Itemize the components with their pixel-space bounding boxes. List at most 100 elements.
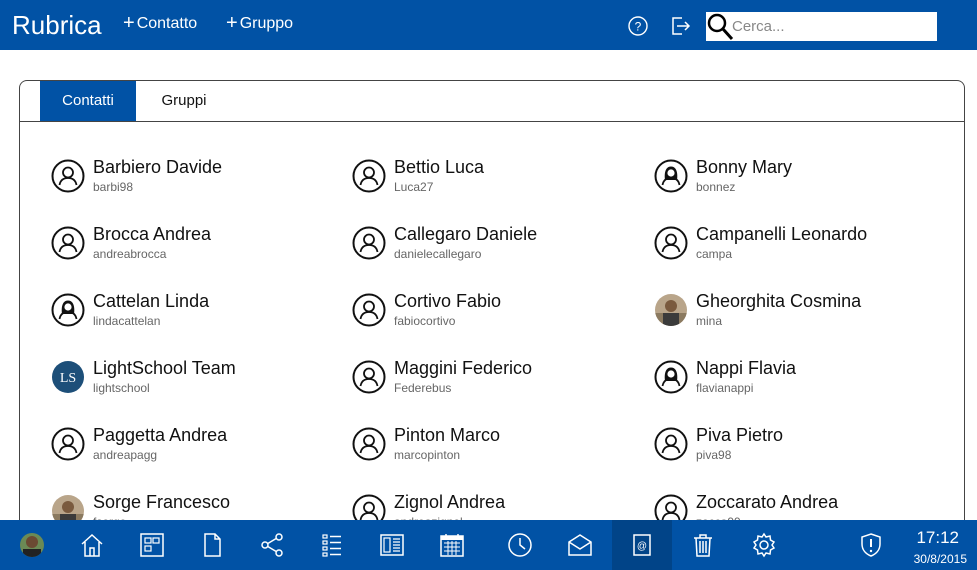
contact-username: bonnez	[696, 180, 736, 194]
contact-name: Sorge Francesco	[93, 492, 231, 512]
contact-name: Cortivo Fabio	[394, 291, 502, 311]
contact-username: lightschool	[93, 381, 150, 395]
svg-text:@: @	[637, 541, 647, 552]
add-group-label: Gruppo	[239, 15, 294, 32]
contact-item[interactable]: Nappi Flavia flavianappi	[654, 358, 944, 408]
clock-icon[interactable]	[490, 520, 550, 570]
clock-date: 30/8/2015	[913, 552, 967, 566]
contact-item[interactable]: Bettio Luca Luca27	[352, 157, 642, 207]
contact-name: LightSchool Team	[93, 358, 236, 378]
add-contact-button[interactable]: + Contatto	[123, 12, 198, 34]
contact-username: fabiocortivo	[394, 314, 456, 328]
calendar-icon[interactable]	[422, 520, 482, 570]
contact-username: mina	[696, 314, 723, 328]
contact-item[interactable]: Barbiero Davide barbi98	[51, 157, 341, 207]
contact-username: danielecallegaro	[394, 247, 482, 261]
contact-name: Nappi Flavia	[696, 358, 797, 378]
tab-gruppi[interactable]: Gruppi	[146, 81, 222, 121]
contact-username: marcopinton	[394, 448, 461, 462]
contact-name: Gheorghita Cosmina	[696, 291, 862, 311]
contact-item[interactable]: Piva Pietro piva98	[654, 425, 944, 475]
search-input[interactable]	[732, 15, 932, 38]
share-icon[interactable]	[242, 520, 302, 570]
user-avatar-icon	[51, 226, 85, 260]
contact-username: piva98	[696, 448, 732, 462]
user-avatar-icon	[654, 427, 688, 461]
contact-name: Campanelli Leonardo	[696, 224, 868, 244]
user-avatar-icon	[51, 427, 85, 461]
trash-icon[interactable]	[673, 520, 733, 570]
contact-item[interactable]: Paggetta Andrea andreapagg	[51, 425, 341, 475]
user-avatar-icon	[654, 159, 688, 193]
contact-item[interactable]: Campanelli Leonardo campa	[654, 224, 944, 274]
contact-username: andreapagg	[93, 448, 158, 462]
user-avatar[interactable]	[2, 520, 62, 570]
logout-icon[interactable]	[670, 15, 692, 37]
contact-username: flavianappi	[696, 381, 754, 395]
contact-item[interactable]: Maggini Federico Federebus	[352, 358, 642, 408]
desktop-icon[interactable]	[122, 520, 182, 570]
tab-bar: Contatti Gruppi	[20, 81, 964, 122]
contact-item[interactable]: Bonny Mary bonnez	[654, 157, 944, 207]
contact-name: Cattelan Linda	[93, 291, 210, 311]
taskbar: @ 17:12 30/8/2015	[0, 520, 977, 570]
avatar-logo: LS	[51, 360, 85, 394]
contact-name: Paggetta Andrea	[93, 425, 228, 445]
user-avatar-icon	[352, 226, 386, 260]
user-avatar-icon	[654, 226, 688, 260]
clock-time: 17:12	[916, 528, 959, 547]
contact-name: Brocca Andrea	[93, 224, 212, 244]
user-avatar-icon	[51, 293, 85, 327]
contact-name: Pinton Marco	[394, 425, 501, 445]
add-contact-label: Contatto	[136, 15, 198, 32]
avatar-photo	[654, 293, 688, 327]
contact-name: Callegaro Daniele	[394, 224, 538, 244]
app-title: Rubrica	[12, 10, 102, 40]
contact-name: Maggini Federico	[394, 358, 533, 378]
tab-contatti[interactable]: Contatti	[40, 81, 136, 121]
top-bar: Rubrica + Contatto + Gruppo ?	[0, 0, 977, 50]
contact-username: Federebus	[394, 381, 452, 395]
contact-item[interactable]: Pinton Marco marcopinton	[352, 425, 642, 475]
user-avatar-icon	[654, 360, 688, 394]
contact-name: Zignol Andrea	[394, 492, 506, 512]
contact-username: lindacattelan	[93, 314, 161, 328]
user-avatar-icon	[352, 427, 386, 461]
add-group-button[interactable]: + Gruppo	[226, 12, 294, 34]
contact-username: Luca27	[394, 180, 434, 194]
plus-icon: +	[123, 12, 135, 34]
shield-icon[interactable]	[841, 520, 901, 570]
contact-name: Bettio Luca	[394, 157, 485, 177]
contact-item[interactable]: Cortivo Fabio fabiocortivo	[352, 291, 642, 341]
contact-username: barbi98	[93, 180, 134, 194]
contact-name: Piva Pietro	[696, 425, 784, 445]
contact-name: Barbiero Davide	[93, 157, 223, 177]
contact-name: Bonny Mary	[696, 157, 793, 177]
contacts-panel: Contatti Gruppi Barbiero Davide barbi98 Be…	[19, 80, 965, 550]
user-avatar-icon	[352, 159, 386, 193]
ls-logo-text: LS	[60, 371, 76, 386]
contact-item[interactable]: Cattelan Linda lindacattelan	[51, 291, 341, 341]
reader-icon[interactable]	[362, 520, 422, 570]
svg-text:?: ?	[635, 20, 642, 34]
contact-username: andreabrocca	[93, 247, 167, 261]
user-avatar-icon	[352, 293, 386, 327]
list-icon[interactable]	[302, 520, 362, 570]
contact-name: Zoccarato Andrea	[696, 492, 839, 512]
gear-icon[interactable]	[734, 520, 794, 570]
contact-item[interactable]: Brocca Andrea andreabrocca	[51, 224, 341, 274]
file-icon[interactable]	[182, 520, 242, 570]
contact-item[interactable]: LS LightSchool Team lightschool	[51, 358, 341, 408]
contact-username: campa	[696, 247, 733, 261]
plus-icon: +	[226, 12, 238, 34]
user-avatar-icon	[352, 360, 386, 394]
contact-item[interactable]: Gheorghita Cosmina mina	[654, 291, 944, 341]
help-icon[interactable]: ?	[628, 16, 648, 36]
mail-icon[interactable]	[550, 520, 610, 570]
user-avatar-icon	[51, 159, 85, 193]
home-icon[interactable]	[62, 520, 122, 570]
contacts-icon[interactable]: @	[612, 520, 672, 570]
search-icon[interactable]	[706, 12, 734, 41]
contact-item[interactable]: Callegaro Daniele danielecallegaro	[352, 224, 642, 274]
search-box	[706, 12, 937, 41]
